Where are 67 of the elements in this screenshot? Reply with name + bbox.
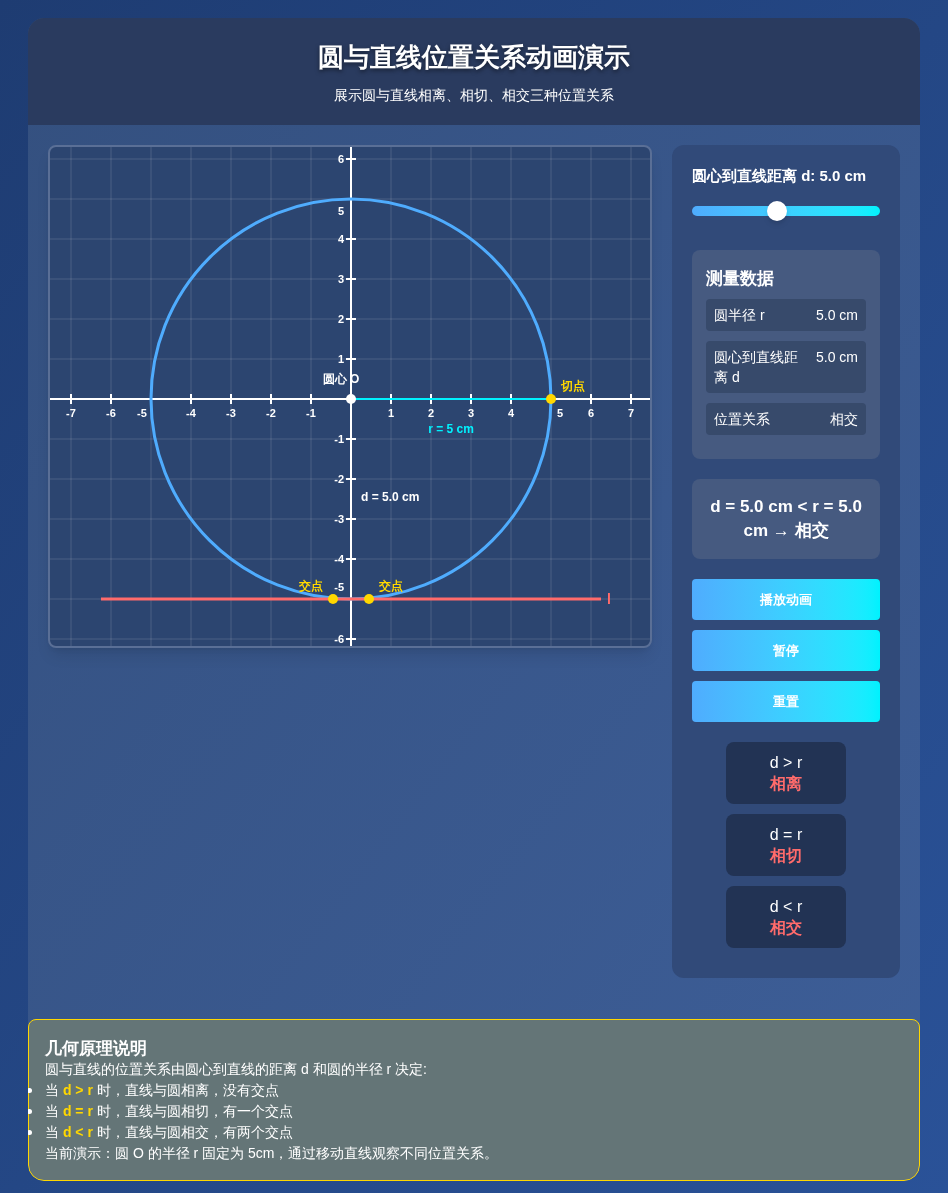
bullet-icon bbox=[28, 1130, 32, 1135]
tick-label: 5 bbox=[556, 407, 564, 419]
relation-name: 相离 bbox=[770, 774, 802, 794]
relation-condition: d < r bbox=[769, 897, 803, 917]
tick-label: 6 bbox=[587, 407, 595, 419]
explanation-bullet: 当 d > r 时，直线与圆相离，没有交点 bbox=[45, 1082, 279, 1098]
radius-label: r = 5 cm bbox=[428, 422, 474, 436]
slider-label: 圆心到直线距离 d: 5.0 cm bbox=[692, 166, 868, 186]
tick-label: -3 bbox=[226, 407, 236, 419]
tick-label: 2 bbox=[427, 407, 435, 419]
point-label: 切点 bbox=[561, 379, 585, 393]
tick-label: 1 bbox=[337, 353, 344, 365]
explanation-bullet: 当 d < r 时，直线与圆相交，有两个交点 bbox=[45, 1124, 293, 1140]
point-label: 交点 bbox=[379, 579, 403, 593]
bullet-icon bbox=[28, 1088, 32, 1093]
card-title: 测量数据 bbox=[706, 267, 775, 290]
formula-box: d = 5.0 cm < r = 5.0 cm → 相交 bbox=[692, 479, 880, 559]
tick-label: 7 bbox=[627, 407, 635, 419]
explanation-title: 几何原理说明 bbox=[45, 1038, 148, 1059]
intersection-point bbox=[364, 594, 374, 604]
action-button[interactable]: 重置 bbox=[692, 681, 880, 722]
tick-label: 3 bbox=[467, 407, 475, 419]
tick-label: 6 bbox=[337, 153, 344, 165]
tick-label: 3 bbox=[337, 273, 344, 285]
distance-label: d = 5.0 cm bbox=[361, 490, 420, 504]
tick-label: 2 bbox=[337, 313, 344, 325]
tangent-point bbox=[546, 394, 556, 404]
data-value: 相交 bbox=[830, 410, 858, 429]
bullet-icon bbox=[28, 1109, 32, 1114]
tick-label: -2 bbox=[266, 407, 276, 419]
page-title: 圆与直线位置关系动画演示 bbox=[318, 41, 630, 74]
tick-label: 4 bbox=[337, 233, 344, 245]
tick-label: 4 bbox=[507, 407, 515, 419]
explanation-text: 圆与直线的位置关系由圆心到直线的距离 d 和圆的半径 r 决定: bbox=[45, 1060, 428, 1079]
page-subtitle: 展示圆与直线相离、相切、相交三种位置关系 bbox=[334, 86, 614, 105]
explanation-bullet: 当 d = r 时，直线与圆相切，有一个交点 bbox=[45, 1103, 293, 1119]
action-button[interactable]: 暂停 bbox=[692, 630, 880, 671]
explanation-text: 当前演示：圆 O 的半径 r 固定为 5cm，通过移动直线观察不同位置关系。 bbox=[45, 1144, 500, 1163]
tick-label: -4 bbox=[334, 553, 344, 565]
tick-label: -4 bbox=[186, 407, 196, 419]
distance-slider[interactable] bbox=[692, 199, 880, 222]
tick-label: -7 bbox=[66, 407, 76, 419]
tick-label: -1 bbox=[334, 433, 344, 445]
action-button[interactable]: 播放动画 bbox=[692, 579, 880, 620]
center-point bbox=[346, 394, 356, 404]
relation-name: 相切 bbox=[770, 846, 802, 866]
relation-name: 相交 bbox=[770, 918, 802, 938]
point-label: 交点 bbox=[299, 579, 323, 593]
tick-label: -2 bbox=[334, 473, 344, 485]
data-label: 圆半径 r bbox=[714, 306, 765, 325]
tick-label: -5 bbox=[334, 581, 344, 593]
tick-label: -5 bbox=[137, 407, 147, 419]
tick-label: 1 bbox=[387, 407, 395, 419]
data-label: 圆心到直线距离 d bbox=[714, 348, 799, 387]
tick-label: -6 bbox=[334, 633, 344, 645]
data-value: 5.0 cm bbox=[816, 306, 858, 325]
tick-label: -6 bbox=[106, 407, 116, 419]
line-label: l bbox=[607, 591, 611, 607]
data-label: 位置关系 bbox=[714, 410, 770, 429]
relation-condition: d = r bbox=[769, 825, 803, 845]
intersection-point bbox=[328, 594, 338, 604]
tick-label: -3 bbox=[334, 513, 344, 525]
tick-label: 5 bbox=[337, 205, 344, 217]
relation-condition: d > r bbox=[769, 753, 803, 773]
data-value: 5.0 cm bbox=[816, 348, 858, 367]
slider-thumb[interactable] bbox=[766, 200, 787, 221]
tick-label: -1 bbox=[306, 407, 316, 419]
